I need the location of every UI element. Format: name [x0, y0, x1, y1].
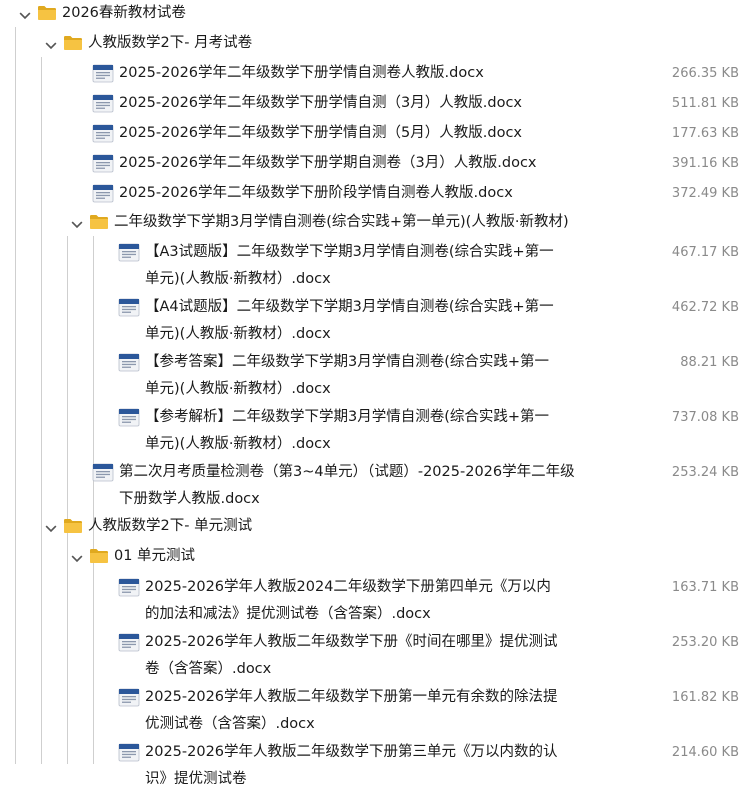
file-size: 462.72 KB: [671, 300, 739, 315]
folder-icon: [89, 213, 109, 230]
tree-guide-depth-2: [67, 236, 68, 764]
word-document-icon: [92, 184, 114, 203]
folder-name: 二年级数学下学期3月学情自测卷(综合实践+第一单元)(人教版·新教材): [114, 214, 569, 230]
file-name: 2025-2026学年人教版二年级数学下册第一单元有余数的除法提优测试卷（含答案…: [145, 689, 558, 732]
word-document-icon: [118, 578, 140, 597]
file-name: 【参考解析】二年级数学下学期3月学情自测卷(综合实践+第一单元)(人教版·新教材…: [145, 409, 550, 452]
folder-icon: [89, 547, 109, 564]
file-size: 253.20 KB: [671, 635, 739, 650]
file-size: 253.24 KB: [671, 465, 739, 480]
chevron-down-icon[interactable]: [15, 7, 31, 21]
word-document-icon: [92, 124, 114, 143]
tree-guide-depth-3: [93, 236, 94, 764]
folder-name: 01 单元测试: [114, 548, 196, 564]
file-name: 2025-2026学年二年级数学下册阶段学情自测卷人教版.docx: [119, 185, 513, 201]
word-document-icon: [92, 64, 114, 83]
file-name: 2025-2026学年人教版二年级数学下册第三单元《万以内数的认识》提优测试卷: [145, 744, 558, 787]
tree-folder-row[interactable]: 人教版数学2下- 单元测试: [0, 513, 252, 534]
file-name: 2025-2026学年二年级数学下册学期自测卷（3月）人教版.docx: [119, 155, 537, 171]
file-size: 177.63 KB: [671, 126, 739, 141]
file-size: 737.08 KB: [671, 410, 739, 425]
word-document-icon: [118, 243, 140, 262]
folder-icon: [37, 4, 57, 21]
file-size: 266.35 KB: [671, 66, 739, 81]
file-size: 163.71 KB: [671, 580, 739, 595]
word-document-icon: [92, 154, 114, 173]
file-name: 2025-2026学年二年级数学下册学情自测（5月）人教版.docx: [119, 125, 522, 141]
file-name: 2025-2026学年人教版二年级数学下册《时间在哪里》提优测试卷（含答案）.d…: [145, 634, 558, 677]
folder-name: 人教版数学2下- 单元测试: [88, 518, 253, 534]
word-document-icon: [118, 688, 140, 707]
file-name: 【A4试题版】二年级数学下学期3月学情自测卷(综合实践+第一单元)(人教版·新教…: [145, 299, 554, 342]
tree-guide-depth-0: [15, 27, 16, 764]
file-size: 467.17 KB: [671, 245, 739, 260]
folder-icon: [63, 517, 83, 534]
folder-name: 人教版数学2下- 月考试卷: [88, 35, 253, 51]
file-name: 第二次月考质量检测卷（第3~4单元）（试题）-2025-2026学年二年级下册数…: [119, 464, 575, 507]
file-size: 161.82 KB: [671, 690, 739, 705]
tree-folder-row[interactable]: 二年级数学下学期3月学情自测卷(综合实践+第一单元)(人教版·新教材): [0, 209, 569, 230]
chevron-down-icon[interactable]: [67, 550, 83, 564]
file-size: 372.49 KB: [671, 186, 739, 201]
chevron-down-icon[interactable]: [67, 216, 83, 230]
word-document-icon: [118, 298, 140, 317]
word-document-icon: [118, 633, 140, 652]
word-document-icon: [118, 353, 140, 372]
file-name: 【参考答案】二年级数学下学期3月学情自测卷(综合实践+第一单元)(人教版·新教材…: [145, 354, 550, 397]
chevron-down-icon[interactable]: [41, 520, 57, 534]
file-name: 2025-2026学年人教版2024二年级数学下册第四单元《万以内的加法和减法》…: [145, 579, 551, 622]
word-document-icon: [118, 743, 140, 762]
tree-folder-row[interactable]: 01 单元测试: [0, 543, 195, 564]
tree-guide-depth-1: [41, 57, 42, 764]
folder-name: 2026春新教材试卷: [62, 5, 186, 21]
tree-folder-row[interactable]: 2026春新教材试卷: [0, 0, 186, 21]
tree-folder-row[interactable]: 人教版数学2下- 月考试卷: [0, 30, 252, 51]
word-document-icon: [118, 408, 140, 427]
folder-icon: [63, 34, 83, 51]
file-name: 【A3试题版】二年级数学下学期3月学情自测卷(综合实践+第一单元)(人教版·新教…: [145, 244, 554, 287]
file-size: 511.81 KB: [671, 96, 739, 111]
file-name: 2025-2026学年二年级数学下册学情自测卷人教版.docx: [119, 65, 484, 81]
file-size: 88.21 KB: [680, 355, 739, 370]
file-size: 391.16 KB: [671, 156, 739, 171]
word-document-icon: [92, 94, 114, 113]
chevron-down-icon[interactable]: [41, 37, 57, 51]
file-name: 2025-2026学年二年级数学下册学情自测（3月）人教版.docx: [119, 95, 522, 111]
file-size: 214.60 KB: [671, 745, 739, 760]
word-document-icon: [92, 463, 114, 482]
